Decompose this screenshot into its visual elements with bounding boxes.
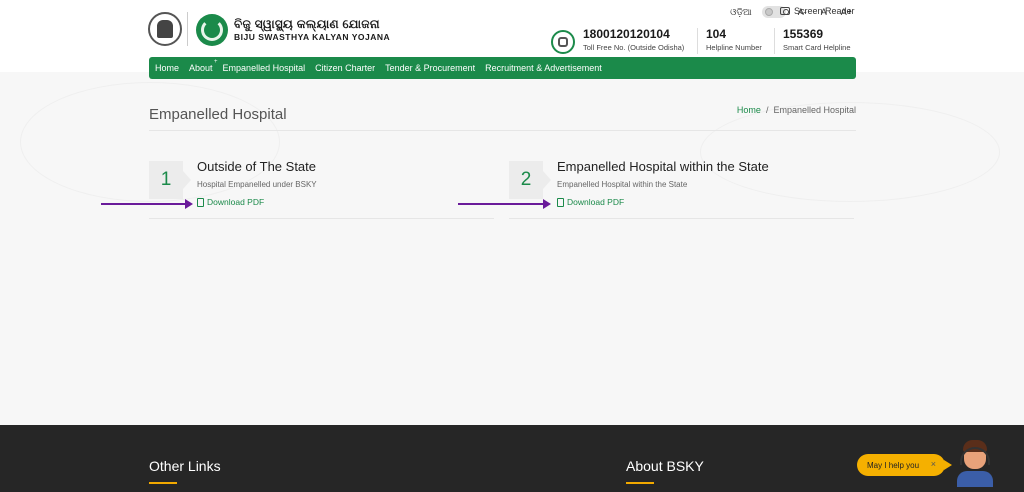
chat-close-icon[interactable]: × (931, 459, 936, 469)
screen-reader-icon (780, 7, 790, 15)
logo-title-english[interactable]: BIJU SWASTHYA KALYAN YOJANA (234, 32, 390, 42)
helpline-number: 155369 (783, 27, 824, 41)
chat-prompt-button[interactable]: May I help you × (857, 454, 953, 476)
nav-item-about-label: About (189, 63, 213, 73)
helpline-104[interactable]: 104 Helpline Number (706, 27, 762, 52)
page-title: Empanelled Hospital (149, 106, 287, 123)
file-icon (197, 197, 204, 207)
card-number: 2 (509, 161, 551, 199)
nav-item-empanelled-hospital[interactable]: Empanelled Hospital (223, 63, 306, 73)
nav-item-citizen-charter[interactable]: Citizen Charter (315, 63, 375, 73)
card-divider (509, 218, 854, 219)
file-icon (557, 197, 564, 207)
helpline-label: Toll Free No. (Outside Odisha) (583, 43, 685, 52)
annotation-arrow-icon (101, 199, 193, 209)
breadcrumb: Home / Empanelled Hospital (737, 105, 856, 115)
main-navigation: Home About + Empanelled Hospital Citizen … (149, 57, 856, 79)
nav-item-recruitment[interactable]: Recruitment & Advertisement (485, 63, 602, 73)
helpline-number: 1800120120104 (583, 27, 670, 41)
footer-about-title: About BSKY (626, 458, 704, 474)
dropdown-plus-icon: + (214, 59, 218, 65)
helpline-divider (697, 28, 698, 54)
download-pdf-link[interactable]: Download PDF (197, 197, 264, 207)
odisha-emblem-icon (148, 12, 182, 46)
footer-title-underline (149, 482, 177, 484)
footer-other-links-title: Other Links (149, 458, 221, 474)
logo-title-odia[interactable]: ବିଜୁ ସ୍ୱାସ୍ଥ୍ୟ କଲ୍ୟାଣ ଯୋଜନା (234, 17, 380, 32)
card-title: Empanelled Hospital within the State (557, 159, 769, 174)
language-label[interactable]: ଓଡ଼ିଆ (730, 7, 752, 18)
footer-title-underline (626, 482, 654, 484)
card-divider (149, 218, 494, 219)
helpline-smartcard[interactable]: 155369 Smart Card Helpline (783, 27, 851, 52)
logo-divider (187, 12, 188, 46)
download-pdf-label: Download PDF (207, 197, 265, 207)
breadcrumb-home-link[interactable]: Home (737, 105, 761, 115)
bsky-logo-icon[interactable] (196, 14, 228, 46)
breadcrumb-current: Empanelled Hospital (773, 105, 856, 115)
helpline-label: Helpline Number (706, 43, 762, 52)
helpline-divider (774, 28, 775, 54)
card-number: 1 (149, 161, 191, 199)
breadcrumb-separator: / (765, 105, 769, 115)
helpline-number: 104 (706, 27, 727, 41)
screen-reader-label: Screen Reader (794, 6, 855, 16)
screen-reader-link[interactable]: Screen Reader (780, 6, 855, 16)
card-title: Outside of The State (197, 159, 316, 174)
nav-item-home[interactable]: Home (155, 63, 179, 73)
chat-agent-avatar-icon[interactable] (955, 437, 995, 487)
download-pdf-link[interactable]: Download PDF (557, 197, 624, 207)
helpline-tollfree[interactable]: 1800120120104 Toll Free No. (Outside Odi… (583, 27, 684, 52)
main-content: Empanelled Hospital Home / Empanelled Ho… (0, 72, 1024, 425)
download-card-within-state: 2 Empanelled Hospital within the State E… (509, 157, 854, 219)
card-subtitle: Empanelled Hospital within the State (557, 180, 688, 189)
helpline-label: Smart Card Helpline (783, 43, 851, 52)
nav-item-tender-procurement[interactable]: Tender & Procurement (385, 63, 475, 73)
card-subtitle: Hospital Empanelled under BSKY (197, 180, 317, 189)
chat-prompt-label: May I help you (867, 460, 920, 470)
download-pdf-label: Download PDF (567, 197, 625, 207)
nav-item-about[interactable]: About + (189, 59, 218, 73)
phone-support-icon (551, 30, 575, 54)
title-divider (149, 130, 856, 131)
download-card-outside-state: 1 Outside of The State Hospital Empanell… (149, 157, 494, 219)
annotation-arrow-icon (458, 199, 551, 209)
toggle-knob (764, 8, 773, 16)
